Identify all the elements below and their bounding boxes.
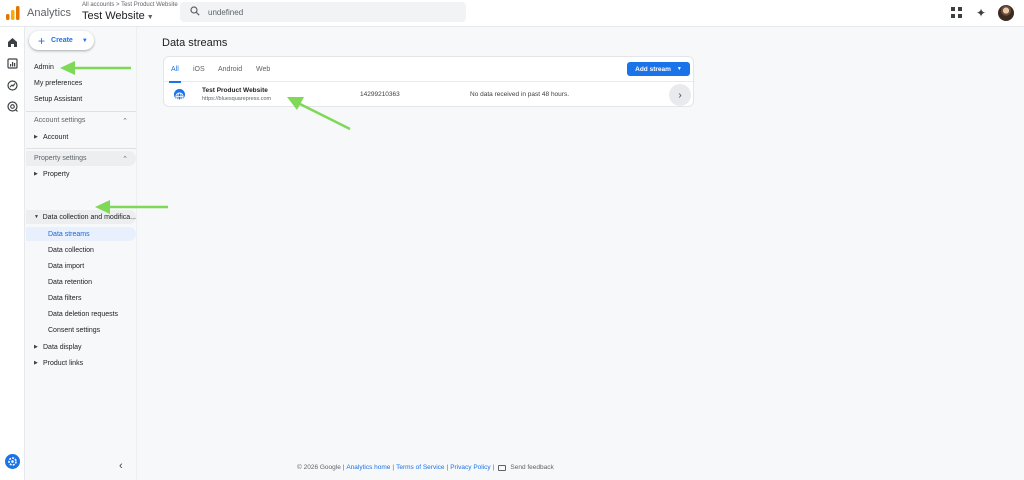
sidebar-item-data-collection-and-modification[interactable]: ▼ Data collection and modifica... — [26, 210, 136, 224]
feedback-icon — [498, 464, 507, 471]
footer-link-terms[interactable]: Terms of Service — [396, 464, 444, 471]
stream-row[interactable]: Test Product Website https://bluesquarep… — [164, 83, 695, 107]
tab-android[interactable]: Android — [218, 57, 242, 82]
web-globe-icon — [174, 89, 185, 101]
apps-grid-icon[interactable] — [950, 6, 964, 20]
admin-sidebar: + Create ▼ Admin My preferences Setup As… — [26, 27, 136, 480]
sidebar-border — [136, 27, 137, 480]
chevron-up-icon: ⌃ — [122, 155, 128, 163]
stream-status: No data received in past 48 hours. — [470, 91, 570, 98]
footer-link-privacy[interactable]: Privacy Policy — [450, 464, 490, 471]
plus-icon: + — [38, 33, 46, 48]
add-stream-button[interactable]: Add stream ▼ — [627, 62, 690, 76]
tab-web[interactable]: Web — [256, 57, 270, 82]
caret-down-icon: ▼ — [81, 37, 88, 44]
sidebar-item-consent-settings[interactable]: Consent settings — [26, 323, 136, 337]
footer-link-analytics-home[interactable]: Analytics home — [346, 464, 390, 471]
sidebar-item-admin[interactable]: Admin — [26, 60, 136, 74]
sidebar-item-setup-assistant[interactable]: Setup Assistant — [26, 92, 136, 106]
create-label: Create — [51, 37, 73, 44]
triangle-right-icon: ▶ — [34, 134, 38, 140]
sidebar-item-data-collection[interactable]: Data collection — [26, 243, 136, 257]
advertising-icon[interactable] — [6, 100, 19, 113]
sidebar-item-data-retention[interactable]: Data retention — [26, 275, 136, 289]
footer: © 2026 Google | Analytics home | Terms of… — [297, 464, 554, 471]
section-account-settings[interactable]: Account settings ⌃ — [26, 113, 136, 128]
property-name: Test Website — [82, 10, 145, 22]
sidebar-item-data-deletion-requests[interactable]: Data deletion requests — [26, 307, 136, 321]
property-selector[interactable]: Test Website ▼ — [82, 10, 154, 22]
search-icon — [190, 6, 200, 16]
sidebar-item-product-links[interactable]: ▶ Product links — [26, 356, 136, 370]
collapse-sidebar-icon[interactable]: ‹ — [119, 460, 123, 472]
footer-copyright: © 2026 Google | — [297, 464, 345, 471]
data-streams-card: All iOS Android Web Add stream ▼ Test Pro… — [163, 56, 695, 107]
top-actions: ✦ — [950, 5, 1014, 21]
caret-down-icon: ▼ — [676, 66, 682, 72]
avatar[interactable] — [998, 5, 1014, 21]
sparkle-icon[interactable]: ✦ — [976, 6, 986, 20]
divider — [26, 148, 136, 149]
breadcrumb[interactable]: All accounts > Test Product Website — [82, 2, 178, 8]
tab-ios[interactable]: iOS — [193, 57, 205, 82]
create-button[interactable]: + Create ▼ — [29, 31, 94, 50]
chevron-up-icon: ⌃ — [122, 117, 128, 125]
open-stream-button[interactable]: › — [669, 84, 691, 106]
nav-rail — [0, 27, 25, 480]
home-icon[interactable] — [6, 36, 19, 49]
stream-tabs: All iOS Android Web Add stream ▼ — [164, 57, 695, 83]
triangle-down-icon: ▼ — [34, 214, 39, 220]
search-bar[interactable] — [180, 2, 466, 22]
analytics-logo-icon — [6, 6, 20, 20]
stream-url: https://bluesquarepress.com — [202, 96, 272, 102]
sidebar-item-data-display[interactable]: ▶ Data display — [26, 340, 136, 354]
triangle-right-icon: ▶ — [34, 360, 38, 366]
page-title: Data streams — [162, 37, 228, 49]
admin-gear-icon[interactable] — [5, 454, 20, 469]
sidebar-item-data-import[interactable]: Data import — [26, 259, 136, 273]
tab-all[interactable]: All — [169, 57, 181, 83]
reports-icon[interactable] — [6, 57, 19, 70]
sidebar-item-property[interactable]: ▶ Property — [26, 167, 136, 181]
app-name: Analytics — [27, 7, 72, 19]
section-property-settings[interactable]: Property settings ⌃ — [26, 151, 136, 166]
triangle-right-icon: ▶ — [34, 344, 38, 350]
sidebar-item-data-filters[interactable]: Data filters — [26, 291, 136, 305]
sidebar-item-data-streams[interactable]: Data streams — [26, 227, 136, 241]
stream-name: Test Product Website — [202, 87, 268, 94]
stream-id: 14299210363 — [360, 91, 400, 98]
top-bar: Analytics All accounts > Test Product We… — [0, 0, 1024, 27]
divider — [26, 111, 136, 112]
sidebar-item-my-preferences[interactable]: My preferences — [26, 76, 136, 90]
explore-icon[interactable] — [6, 79, 19, 92]
chevron-right-icon: › — [678, 89, 682, 101]
send-feedback-link[interactable]: Send feedback — [510, 464, 553, 471]
search-input[interactable] — [208, 2, 458, 22]
caret-down-icon: ▼ — [146, 14, 154, 21]
triangle-right-icon: ▶ — [34, 171, 38, 177]
sidebar-item-account[interactable]: ▶ Account — [26, 130, 136, 144]
